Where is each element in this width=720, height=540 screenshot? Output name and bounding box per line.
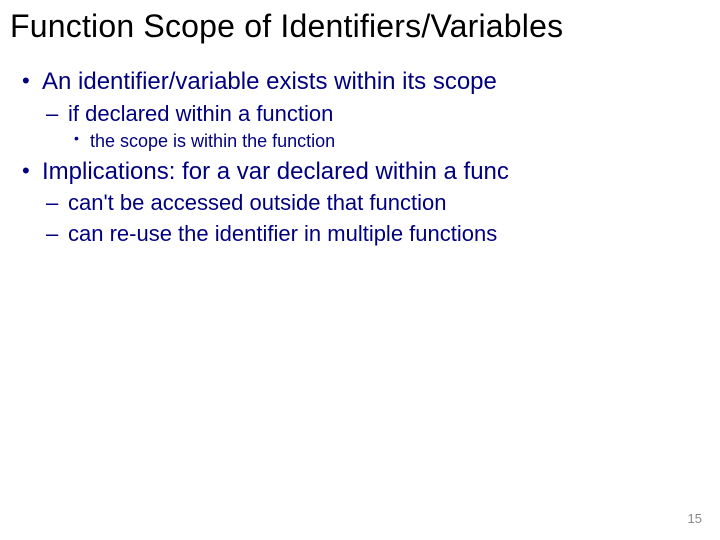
bullet-item: the scope is within the function xyxy=(68,130,702,153)
bullet-list-level2: if declared within a function the scope … xyxy=(42,100,702,153)
bullet-list-level1: An identifier/variable exists within its… xyxy=(18,67,702,248)
page-number: 15 xyxy=(688,511,702,526)
bullet-list-level2: can't be accessed outside that function … xyxy=(42,189,702,247)
bullet-text: the scope is within the function xyxy=(90,131,335,151)
bullet-list-level3: the scope is within the function xyxy=(68,130,702,153)
bullet-text: can't be accessed outside that function xyxy=(68,190,446,215)
bullet-text: can re-use the identifier in multiple fu… xyxy=(68,221,497,246)
bullet-text: Implications: for a var declared within … xyxy=(42,158,509,185)
slide-title: Function Scope of Identifiers/Variables xyxy=(0,0,720,45)
bullet-item: Implications: for a var declared within … xyxy=(18,157,702,248)
bullet-item: can't be accessed outside that function xyxy=(42,189,702,217)
bullet-item: An identifier/variable exists within its… xyxy=(18,67,702,153)
bullet-text: if declared within a function xyxy=(68,101,333,126)
slide: Function Scope of Identifiers/Variables … xyxy=(0,0,720,540)
bullet-item: can re-use the identifier in multiple fu… xyxy=(42,220,702,248)
slide-body: An identifier/variable exists within its… xyxy=(0,45,720,248)
bullet-text: An identifier/variable exists within its… xyxy=(42,68,497,95)
bullet-item: if declared within a function the scope … xyxy=(42,100,702,153)
